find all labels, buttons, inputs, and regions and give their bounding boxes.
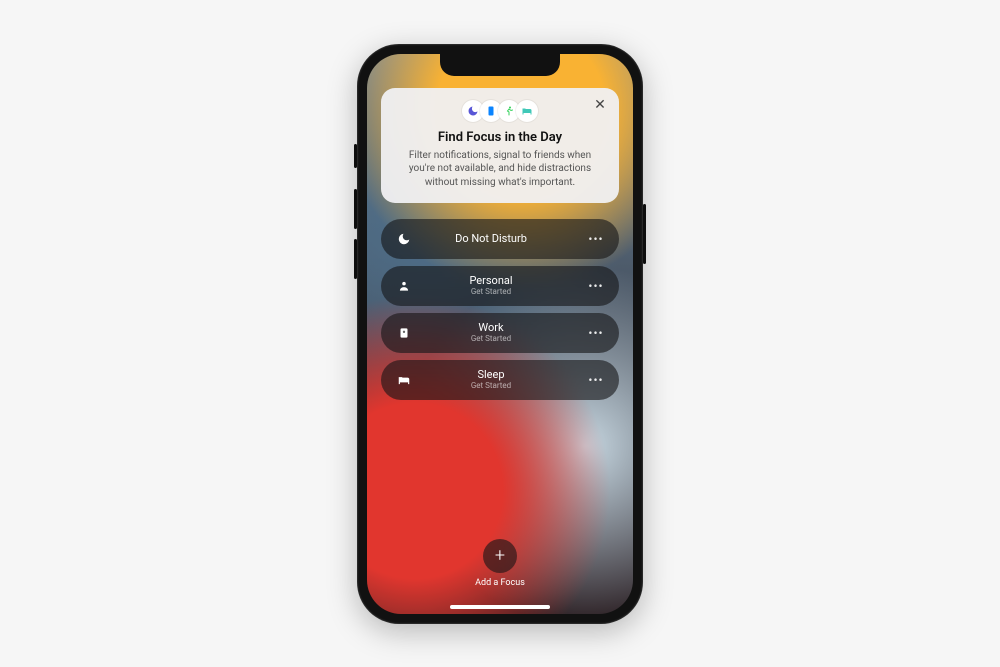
plus-icon: + xyxy=(495,545,505,566)
volume-up-button xyxy=(354,189,357,229)
focus-item-subtitle: Get Started xyxy=(395,382,587,391)
close-button[interactable]: ✕ xyxy=(591,96,609,114)
focus-list: Do Not Disturb ••• Personal Get Started … xyxy=(381,219,619,400)
phone-frame: ✕ Find Focus in the Day xyxy=(357,44,643,624)
focus-card-title: Find Focus in the Day xyxy=(397,130,603,145)
focus-overlay: ✕ Find Focus in the Day xyxy=(367,54,633,614)
focus-item-subtitle: Get Started xyxy=(395,288,587,297)
focus-item-label: Personal xyxy=(395,275,587,287)
focus-item-sleep[interactable]: Sleep Get Started ••• xyxy=(381,360,619,400)
focus-card-description: Filter notifications, signal to friends … xyxy=(397,149,603,190)
focus-item-label: Sleep xyxy=(395,369,587,381)
add-focus-label: Add a Focus xyxy=(475,578,525,588)
mute-switch xyxy=(354,144,357,168)
focus-item-do-not-disturb[interactable]: Do Not Disturb ••• xyxy=(381,219,619,259)
more-button[interactable]: ••• xyxy=(587,232,605,246)
focus-item-work[interactable]: Work Get Started ••• xyxy=(381,313,619,353)
more-button[interactable]: ••• xyxy=(587,279,605,293)
add-focus-button[interactable]: + xyxy=(483,539,517,573)
focus-item-personal[interactable]: Personal Get Started ••• xyxy=(381,266,619,306)
bed-icon xyxy=(516,100,538,122)
focus-item-label: Do Not Disturb xyxy=(395,233,587,245)
home-indicator[interactable] xyxy=(450,605,550,609)
volume-down-button xyxy=(354,239,357,279)
more-button[interactable]: ••• xyxy=(587,326,605,340)
close-icon: ✕ xyxy=(594,97,606,113)
focus-item-subtitle: Get Started xyxy=(395,335,587,344)
focus-intro-card: ✕ Find Focus in the Day xyxy=(381,88,619,204)
focus-icon-row xyxy=(397,100,603,122)
more-button[interactable]: ••• xyxy=(587,373,605,387)
add-focus-section: + Add a Focus xyxy=(381,539,619,598)
focus-item-label: Work xyxy=(395,322,587,334)
phone-screen: ✕ Find Focus in the Day xyxy=(367,54,633,614)
power-button xyxy=(643,204,646,264)
